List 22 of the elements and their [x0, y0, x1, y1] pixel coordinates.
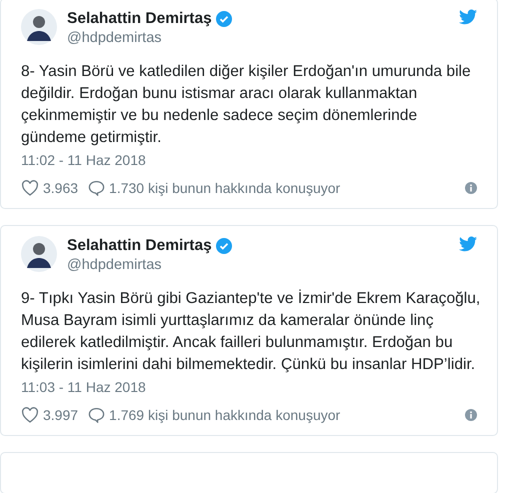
tweet-time[interactable]: 11:02 - 11 Haz 2018 — [21, 152, 477, 168]
tweet-time[interactable]: 11:03 - 11 Haz 2018 — [21, 379, 477, 395]
avatar[interactable] — [21, 236, 57, 272]
reply-text[interactable]: 1.730 kişi bunun hakkında konuşuyor — [109, 180, 340, 196]
bird-icon[interactable] — [459, 9, 477, 25]
info-icon[interactable] — [465, 182, 477, 194]
tweet-text: 8- Yasin Börü ve katledilen diğer kişiler Erdoğan'ın umurunda bile değildir. Erdoğan bunu istismar aracı olarak kullanmaktan çekinmemiştir ve bu nedenle sadece seçim dönemlerinde gündeme getirmiştir. — [21, 62, 472, 148]
info-icon[interactable] — [465, 409, 477, 421]
speech-bubble-icon[interactable] — [88, 407, 106, 423]
tweet-text: 9- Tıpkı Yasin Börü gibi Gaziantep'te ve İzmir'de Ekrem Karaçoğlu, Musa Bayram isimli yurttaşlarımız da kameralar önünde linç edilerek katledilmiştir. Ancak failleri bulunmamıştır. Erdoğan bu kişilerin isimlerini dahi bilmemektedir. Çünkü bu insanlar HDP’lidir. — [21, 288, 481, 375]
author-name[interactable]: Selahattin Demirtaş — [67, 236, 212, 256]
heart-icon[interactable] — [21, 180, 39, 196]
author-name[interactable]: Selahattin Demirtaş — [67, 9, 212, 29]
reply-text[interactable]: 1.769 kişi bunun hakkında konuşuyor — [109, 407, 340, 423]
like-count: 3.997 — [43, 407, 78, 423]
heart-icon[interactable] — [21, 407, 39, 423]
author-handle[interactable]: @hdpdemirtas — [67, 256, 449, 274]
author-handle[interactable]: @hdpdemirtas — [67, 29, 449, 47]
avatar[interactable] — [21, 9, 57, 45]
bird-icon[interactable] — [459, 236, 477, 252]
speech-bubble-icon[interactable] — [88, 180, 106, 196]
like-count: 3.963 — [43, 180, 78, 196]
